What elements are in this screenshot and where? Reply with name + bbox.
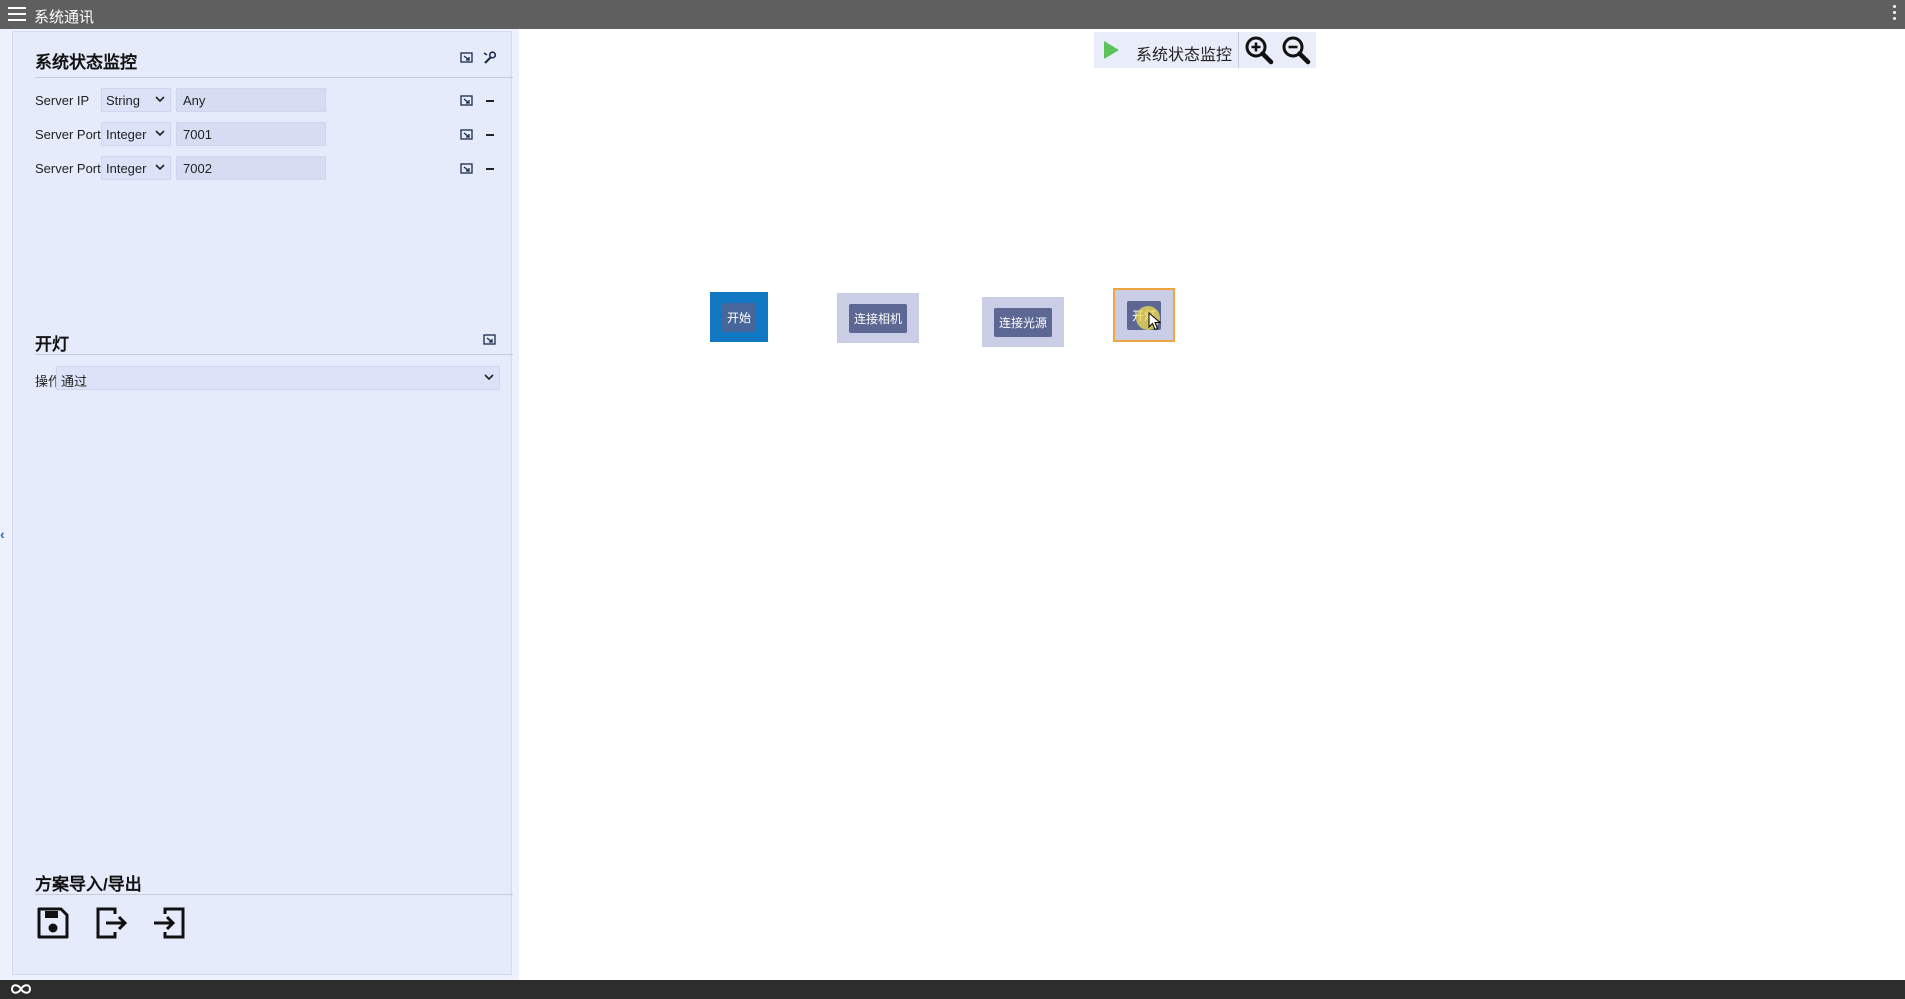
link-icon[interactable] (482, 331, 498, 347)
link-icon[interactable] (459, 126, 475, 142)
chevron-down-icon (155, 96, 165, 103)
sidebar: ‹ 系统状态监控 Server IP String Any Server Por… (0, 29, 519, 980)
minus-icon[interactable] (486, 134, 494, 136)
type-select-server-port-0[interactable]: Integer (101, 122, 171, 146)
export-icon[interactable] (91, 903, 131, 943)
app-title: 系统通讯 (34, 9, 95, 26)
minus-icon[interactable] (486, 100, 494, 102)
value-input-server-ip[interactable]: Any (176, 88, 326, 112)
zoom-out-icon[interactable] (1281, 35, 1311, 65)
section-divider (35, 77, 513, 78)
import-icon[interactable] (149, 903, 189, 943)
type-select-server-port-1[interactable]: Integer (101, 156, 171, 180)
zoom-in-icon[interactable] (1244, 35, 1274, 65)
canvas-toolbar: 系统状态监控 (1094, 32, 1316, 68)
chevron-down-icon (484, 374, 494, 381)
menu-icon[interactable] (8, 7, 26, 22)
type-select-value: Integer (106, 127, 147, 142)
operation-select[interactable]: 通过 (56, 366, 500, 390)
plan-section-title: 方案导入/导出 (35, 875, 142, 894)
flow-node-start[interactable]: 开始 (710, 292, 768, 342)
run-label[interactable]: 系统状态监控 (1136, 41, 1232, 65)
chevron-down-icon (155, 164, 165, 171)
type-select-server-ip[interactable]: String (101, 88, 171, 112)
flow-node-open-light[interactable]: 开灯 (1113, 288, 1175, 342)
flow-node-connect-light-source-label: 连接光源 (993, 307, 1052, 337)
section-divider (35, 894, 513, 895)
flow-node-connect-camera[interactable]: 连接相机 (837, 293, 919, 343)
flow-node-start-label: 开始 (721, 302, 756, 332)
type-select-value: String (106, 93, 140, 108)
wrench-icon[interactable] (481, 49, 497, 65)
monitor-section-title: 系统状态监控 (35, 53, 137, 72)
operation-select-value: 通过 (61, 374, 88, 389)
save-icon[interactable] (33, 903, 73, 943)
toolbar-divider (1238, 32, 1239, 68)
value-input-server-port-0[interactable]: 7001 (176, 122, 326, 146)
minus-icon[interactable] (486, 168, 494, 170)
type-select-value: Integer (106, 161, 147, 176)
infinity-logo-icon (10, 984, 32, 994)
link-icon[interactable] (459, 92, 475, 108)
light-section-title: 开灯 (35, 335, 69, 354)
flow-node-connect-light-source[interactable]: 连接光源 (982, 297, 1064, 347)
flow-node-connect-camera-label: 连接相机 (848, 303, 907, 333)
collapse-left-icon[interactable]: ‹ (0, 526, 5, 542)
link-icon[interactable] (459, 49, 475, 65)
properties-panel: 系统状态监控 Server IP String Any Server Port … (12, 31, 513, 975)
title-bar: 系统通讯 (0, 0, 1905, 29)
value-input-server-port-1[interactable]: 7002 (176, 156, 326, 180)
row-label-server-ip: Server IP (35, 93, 90, 108)
link-icon[interactable] (459, 160, 475, 176)
chevron-down-icon (155, 130, 165, 137)
more-vertical-icon[interactable] (1891, 5, 1897, 25)
flow-node-open-light-label: 开灯 (1126, 300, 1161, 330)
status-bar (0, 980, 1905, 999)
play-icon[interactable] (1102, 40, 1120, 60)
section-divider (35, 354, 513, 355)
